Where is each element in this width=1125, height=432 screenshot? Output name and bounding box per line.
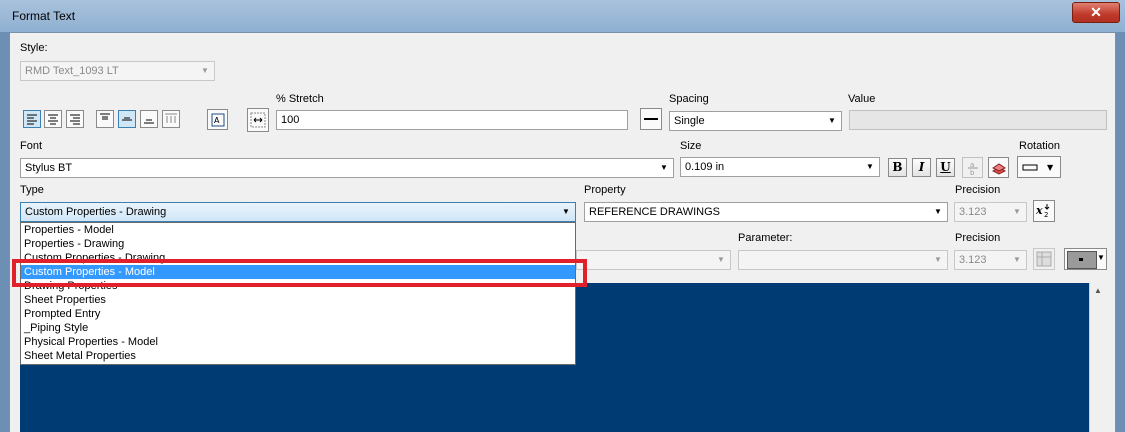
scroll-up-icon[interactable]: ▲ [1094, 286, 1102, 295]
valign-middle-icon [122, 117, 132, 121]
precision2-label: Precision [955, 232, 1001, 244]
chevron-down-icon: ▼ [660, 163, 668, 172]
valign-middle-button[interactable] [118, 110, 136, 128]
spacing-value: Single [674, 115, 705, 127]
chevron-down-icon: ▼ [1097, 253, 1105, 262]
align-left-icon [27, 114, 37, 125]
align-right-button[interactable] [66, 110, 84, 128]
underline-button[interactable]: U [936, 158, 955, 177]
svg-text:A: A [214, 116, 220, 125]
size-label: Size [680, 140, 702, 152]
font-select[interactable]: Stylus BT ▼ [20, 158, 674, 178]
valign-top-icon [100, 113, 110, 120]
table-button [1033, 248, 1055, 270]
type-option[interactable]: Properties - Model [21, 223, 575, 237]
underline-style-button[interactable] [988, 157, 1009, 178]
font-value: Stylus BT [25, 162, 73, 174]
window-title: Format Text [12, 9, 76, 23]
color-swatch [1067, 251, 1097, 269]
chevron-down-icon: ▼ [717, 255, 725, 264]
type-option[interactable]: Sheet Properties [21, 293, 575, 307]
window-titlebar[interactable]: Format Text ✕ [0, 0, 1125, 32]
preview-scrollbar[interactable]: ▲ [1089, 283, 1106, 432]
dot-icon [1079, 258, 1083, 261]
svg-text:▼: ▼ [1047, 163, 1054, 172]
chevron-down-icon: ▼ [866, 162, 874, 171]
chevron-down-icon: ▼ [562, 207, 570, 216]
parameter-label: Parameter: [738, 232, 793, 244]
value-input [849, 110, 1107, 130]
value-label: Value [848, 93, 876, 105]
property-value: REFERENCE DRAWINGS [589, 206, 720, 218]
chevron-down-icon: ▼ [201, 66, 209, 75]
secondary-select: ▼ [576, 250, 731, 270]
type-option[interactable]: _Piping Style [21, 321, 575, 335]
style-value: RMD Text_1093 LT [25, 65, 119, 77]
chevron-down-icon: ▼ [934, 255, 942, 264]
highlight-annotation [12, 259, 587, 287]
insert-field-button[interactable]: x2 [1033, 200, 1055, 222]
type-select[interactable]: Custom Properties - Drawing ▼ [20, 202, 576, 222]
line-spacing-button[interactable] [640, 108, 662, 130]
align-right-icon [70, 114, 80, 125]
fraction-icon: ab [967, 161, 978, 176]
property-select[interactable]: REFERENCE DRAWINGS ▼ [584, 202, 948, 222]
chevron-down-icon: ▼ [934, 207, 942, 216]
stretch-value: 100 [281, 114, 300, 126]
stretch-icon [250, 112, 266, 128]
table-icon [1036, 251, 1052, 267]
chevron-down-icon: ▼ [828, 116, 836, 125]
style-label: Style: [20, 42, 48, 54]
line-spacing-icon [644, 118, 658, 120]
bold-button[interactable]: B [888, 158, 907, 177]
align-center-button[interactable] [44, 110, 62, 128]
precision2-select: 3.123 ▼ [954, 250, 1027, 270]
color-select[interactable]: ▼ [1064, 248, 1107, 270]
size-value: 0.109 in [685, 161, 725, 173]
text-frame-icon: A [211, 113, 224, 126]
style-select: RMD Text_1093 LT ▼ [20, 61, 215, 81]
distribute-button[interactable] [162, 110, 180, 128]
rotation-select[interactable]: ▼ [1017, 156, 1061, 178]
italic-button[interactable]: I [912, 158, 931, 177]
precision2-value: 3.123 [959, 254, 987, 266]
valign-top-button[interactable] [96, 110, 114, 128]
precision-select: 3.123 ▼ [954, 202, 1027, 222]
type-option[interactable]: Sheet Metal Properties [21, 349, 575, 363]
type-label: Type [20, 184, 44, 196]
close-button[interactable]: ✕ [1072, 2, 1120, 23]
insert-field-icon: x2 [1035, 204, 1050, 219]
chevron-down-icon: ▼ [1013, 207, 1021, 216]
type-option[interactable]: Physical Properties - Model [21, 335, 575, 349]
stretch-button[interactable] [247, 108, 269, 132]
layers-icon [991, 162, 1006, 175]
type-option[interactable]: Prompted Entry [21, 307, 575, 321]
text-frame-button[interactable]: A [207, 109, 228, 130]
valign-bottom-icon [144, 119, 154, 124]
stretch-input[interactable]: 100 [276, 110, 628, 130]
spacing-label: Spacing [669, 93, 709, 105]
rotation-label: Rotation [1019, 140, 1060, 152]
align-left-button[interactable] [23, 110, 41, 128]
svg-text:2: 2 [1044, 211, 1048, 219]
svg-text:x: x [1035, 204, 1043, 217]
size-select[interactable]: 0.109 in ▼ [680, 157, 880, 177]
distribute-icon [165, 113, 177, 123]
align-center-icon [48, 114, 58, 125]
rotation-icon: ▼ [1022, 163, 1054, 172]
svg-text:b: b [970, 169, 975, 176]
font-label: Font [20, 140, 43, 152]
stretch-label: % Stretch [276, 93, 324, 105]
precision-label: Precision [955, 184, 1001, 196]
fraction-button[interactable]: ab [962, 157, 983, 178]
type-option[interactable]: Properties - Drawing [21, 237, 575, 251]
spacing-select[interactable]: Single ▼ [669, 111, 842, 131]
type-dropdown-list[interactable]: Properties - Model Properties - Drawing Cu… [20, 222, 576, 365]
valign-bottom-button[interactable] [140, 110, 158, 128]
chevron-down-icon: ▼ [1013, 255, 1021, 264]
type-value: Custom Properties - Drawing [25, 206, 167, 218]
parameter-select: ▼ [738, 250, 948, 270]
property-label: Property [584, 184, 626, 196]
precision-value: 3.123 [959, 206, 987, 218]
